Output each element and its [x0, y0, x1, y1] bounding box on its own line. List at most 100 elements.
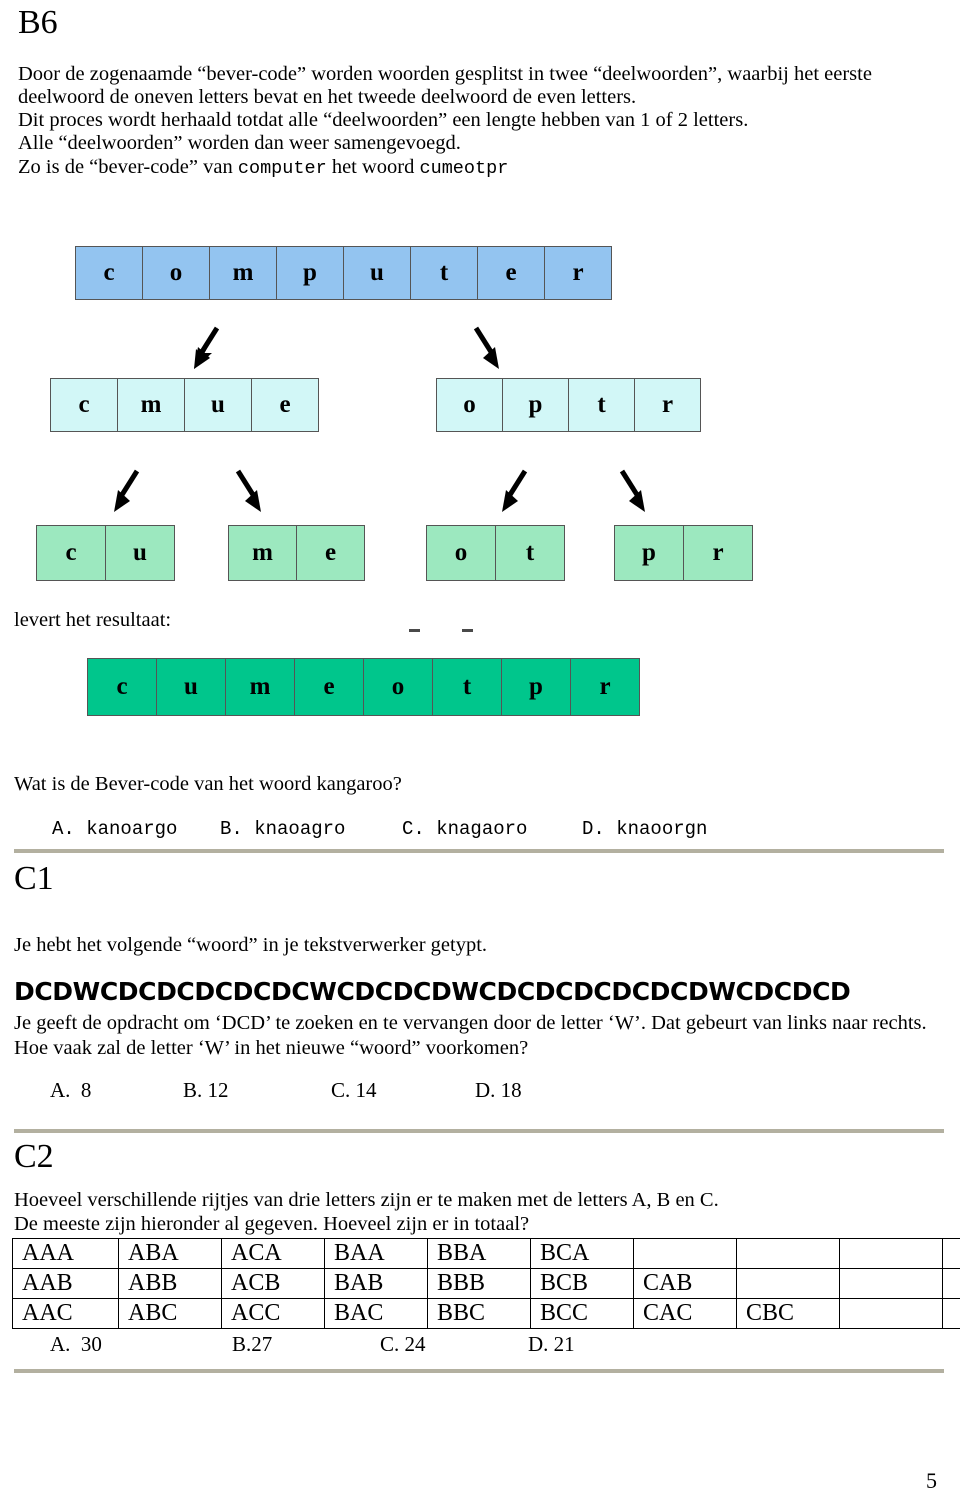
b6-options: A. kanoargo B. knaoagro C. knagaoro D. k…: [52, 818, 707, 840]
table-cell: BCC: [530, 1298, 634, 1329]
letter-cell: r: [544, 246, 612, 300]
letter-cell: u: [184, 378, 252, 432]
section-heading-b6: B6: [18, 4, 58, 41]
option-d[interactable]: D. knaoorgn: [582, 818, 707, 840]
table-cell: CAC: [633, 1298, 737, 1329]
table-cell: [839, 1268, 943, 1299]
b6-intro-line-3: Dit proces wordt herhaald totdat alle “d…: [18, 109, 749, 131]
table-cell: BAA: [324, 1238, 428, 1269]
c1-word: DCDWCDCDCDCDCDCWCDCDCDWCDCDCDCDCDCDWCDCD…: [14, 977, 851, 1006]
example-prefix: Zo is de “bever-code” van: [18, 156, 238, 178]
c1-body-line-1: Je geeft de opdracht om ‘DCD’ te zoeken …: [14, 1012, 927, 1034]
b6-question: Wat is de Bever-code van het woord kanga…: [14, 773, 402, 795]
option-c[interactable]: C. 24: [380, 1332, 528, 1357]
letter-cell: t: [410, 246, 478, 300]
table-cell: BBB: [427, 1268, 531, 1299]
table-cell: ABB: [118, 1268, 222, 1299]
letter-cell: r: [570, 658, 640, 716]
letter-cell: m: [209, 246, 277, 300]
table-cell: [942, 1268, 960, 1299]
divider-footer: [14, 1368, 944, 1373]
letter-cell: e: [251, 378, 319, 432]
arrow-down-left-icon: [110, 468, 144, 514]
table-cell: BAC: [324, 1298, 428, 1329]
letter-cell: p: [502, 378, 569, 432]
c1-body-line-2: Hoe vaak zal de letter ‘W’ in het nieuwe…: [14, 1037, 529, 1059]
letter-cell: c: [50, 378, 118, 432]
table-cell: CAB: [633, 1268, 737, 1299]
table-cell: AAC: [12, 1298, 119, 1329]
letter-cell: o: [363, 658, 433, 716]
letter-cell: c: [75, 246, 143, 300]
c2-options: A. 30 B.27 C. 24 D. 21: [50, 1332, 575, 1357]
c2-table: AAA ABA ACA BAA BBA BCA AAB ABB ACB BAB …: [12, 1238, 960, 1329]
table-cell: ABA: [118, 1238, 222, 1269]
letter-cell: p: [614, 525, 684, 581]
table-cell: AAB: [12, 1268, 119, 1299]
option-b[interactable]: B.27: [232, 1332, 380, 1357]
letter-cell: t: [432, 658, 502, 716]
table-cell: [736, 1268, 840, 1299]
letter-cell: t: [568, 378, 635, 432]
divider-after-b6: [14, 848, 944, 853]
table-cell: BCA: [530, 1238, 634, 1269]
table-row: AAB ABB ACB BAB BBB BCB CAB: [12, 1268, 960, 1299]
letter-cell: m: [117, 378, 185, 432]
letter-cell: t: [495, 525, 565, 581]
c2-body-line-1: Hoeveel verschillende rijtjes van drie l…: [14, 1189, 719, 1211]
option-a[interactable]: A. 30: [50, 1332, 232, 1357]
arrow-down-right-icon: [470, 325, 504, 371]
diagram-row-level2-group-4: p r: [614, 525, 753, 581]
table-cell: [942, 1298, 960, 1329]
dash-mark-right: [462, 629, 473, 632]
table-cell: [942, 1238, 960, 1269]
letter-cell: p: [501, 658, 571, 716]
c2-body-line-2: De meeste zijn hieronder al gegeven. Hoe…: [14, 1213, 530, 1235]
table-cell: [839, 1298, 943, 1329]
section-heading-c2: C2: [14, 1138, 54, 1175]
b6-intro-line-4: Alle “deelwoorden” worden dan weer samen…: [18, 132, 461, 154]
letter-cell: r: [634, 378, 701, 432]
table-row: AAC ABC ACC BAC BBC BCC CAC CBC: [12, 1298, 960, 1329]
option-a[interactable]: A. kanoargo: [52, 818, 220, 840]
letter-cell: c: [36, 525, 106, 581]
arrow-down-right-icon: [232, 468, 266, 514]
table-cell: BAB: [324, 1268, 428, 1299]
letter-cell: r: [683, 525, 753, 581]
c1-options: A. 8 B. 12 C. 14 D. 18: [50, 1078, 522, 1103]
b6-intro-line-1: Door de zogenaamde “bever-code” worden w…: [18, 63, 872, 85]
table-cell: ABC: [118, 1298, 222, 1329]
document-page: B6 Door de zogenaamde “bever-code” worde…: [0, 0, 960, 1511]
option-c[interactable]: C. knagaoro: [402, 818, 582, 840]
diagram-row-level2-group-2: m e: [228, 525, 365, 581]
table-cell: [839, 1238, 943, 1269]
table-cell: ACA: [221, 1238, 325, 1269]
letter-cell: e: [296, 525, 365, 581]
option-b[interactable]: B. knaoagro: [220, 818, 402, 840]
example-word-output: cumeotpr: [419, 158, 509, 179]
letter-cell: e: [294, 658, 364, 716]
example-middle: het woord: [326, 156, 420, 178]
letter-cell: c: [87, 658, 157, 716]
option-d[interactable]: D. 21: [528, 1332, 575, 1357]
option-c[interactable]: C. 14: [331, 1078, 475, 1103]
option-a[interactable]: A. 8: [50, 1078, 183, 1103]
letter-cell: m: [228, 525, 297, 581]
letter-cell: o: [426, 525, 496, 581]
diagram-row-level1-group-b: o p t r: [436, 378, 701, 432]
b6-example-line: Zo is de “bever-code” van computer het w…: [18, 155, 508, 181]
diagram-row-result: c u m e o t p r: [87, 658, 640, 716]
table-row: AAA ABA ACA BAA BBA BCA: [12, 1238, 960, 1269]
table-cell: CBC: [736, 1298, 840, 1329]
table-cell: BCB: [530, 1268, 634, 1299]
diagram-row-level2-group-1: c u: [36, 525, 175, 581]
example-word-input: computer: [237, 158, 327, 179]
arrow-down-left-icon: [190, 325, 224, 371]
diagram-row-level0: c o m p u t e r: [75, 246, 612, 300]
letter-cell: e: [477, 246, 545, 300]
table-cell: BBA: [427, 1238, 531, 1269]
option-b[interactable]: B. 12: [183, 1078, 331, 1103]
c1-intro: Je hebt het volgende “woord” in je tekst…: [14, 934, 488, 956]
option-d[interactable]: D. 18: [475, 1078, 522, 1103]
divider-after-c1: [14, 1128, 944, 1133]
